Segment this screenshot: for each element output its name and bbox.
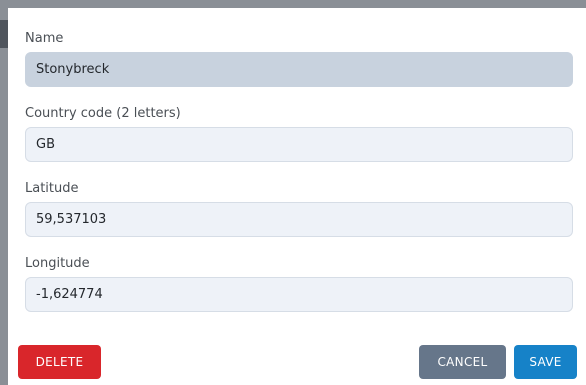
country-code-field[interactable] [25,127,573,162]
edit-location-dialog: Name Country code (2 letters) Latitude L… [8,8,586,385]
latitude-label: Latitude [25,181,79,196]
cancel-button[interactable]: CANCEL [419,345,506,379]
save-button[interactable]: SAVE [514,345,577,379]
longitude-label: Longitude [25,256,90,271]
latitude-field[interactable] [25,202,573,237]
overlay-left-edge [0,0,8,385]
overlay-top-strip [0,0,586,8]
country-code-label: Country code (2 letters) [25,106,181,121]
name-label: Name [25,31,64,46]
name-field[interactable] [25,52,573,87]
longitude-field[interactable] [25,277,573,312]
delete-button[interactable]: DELETE [18,345,101,379]
background-header-fragment [0,20,8,48]
